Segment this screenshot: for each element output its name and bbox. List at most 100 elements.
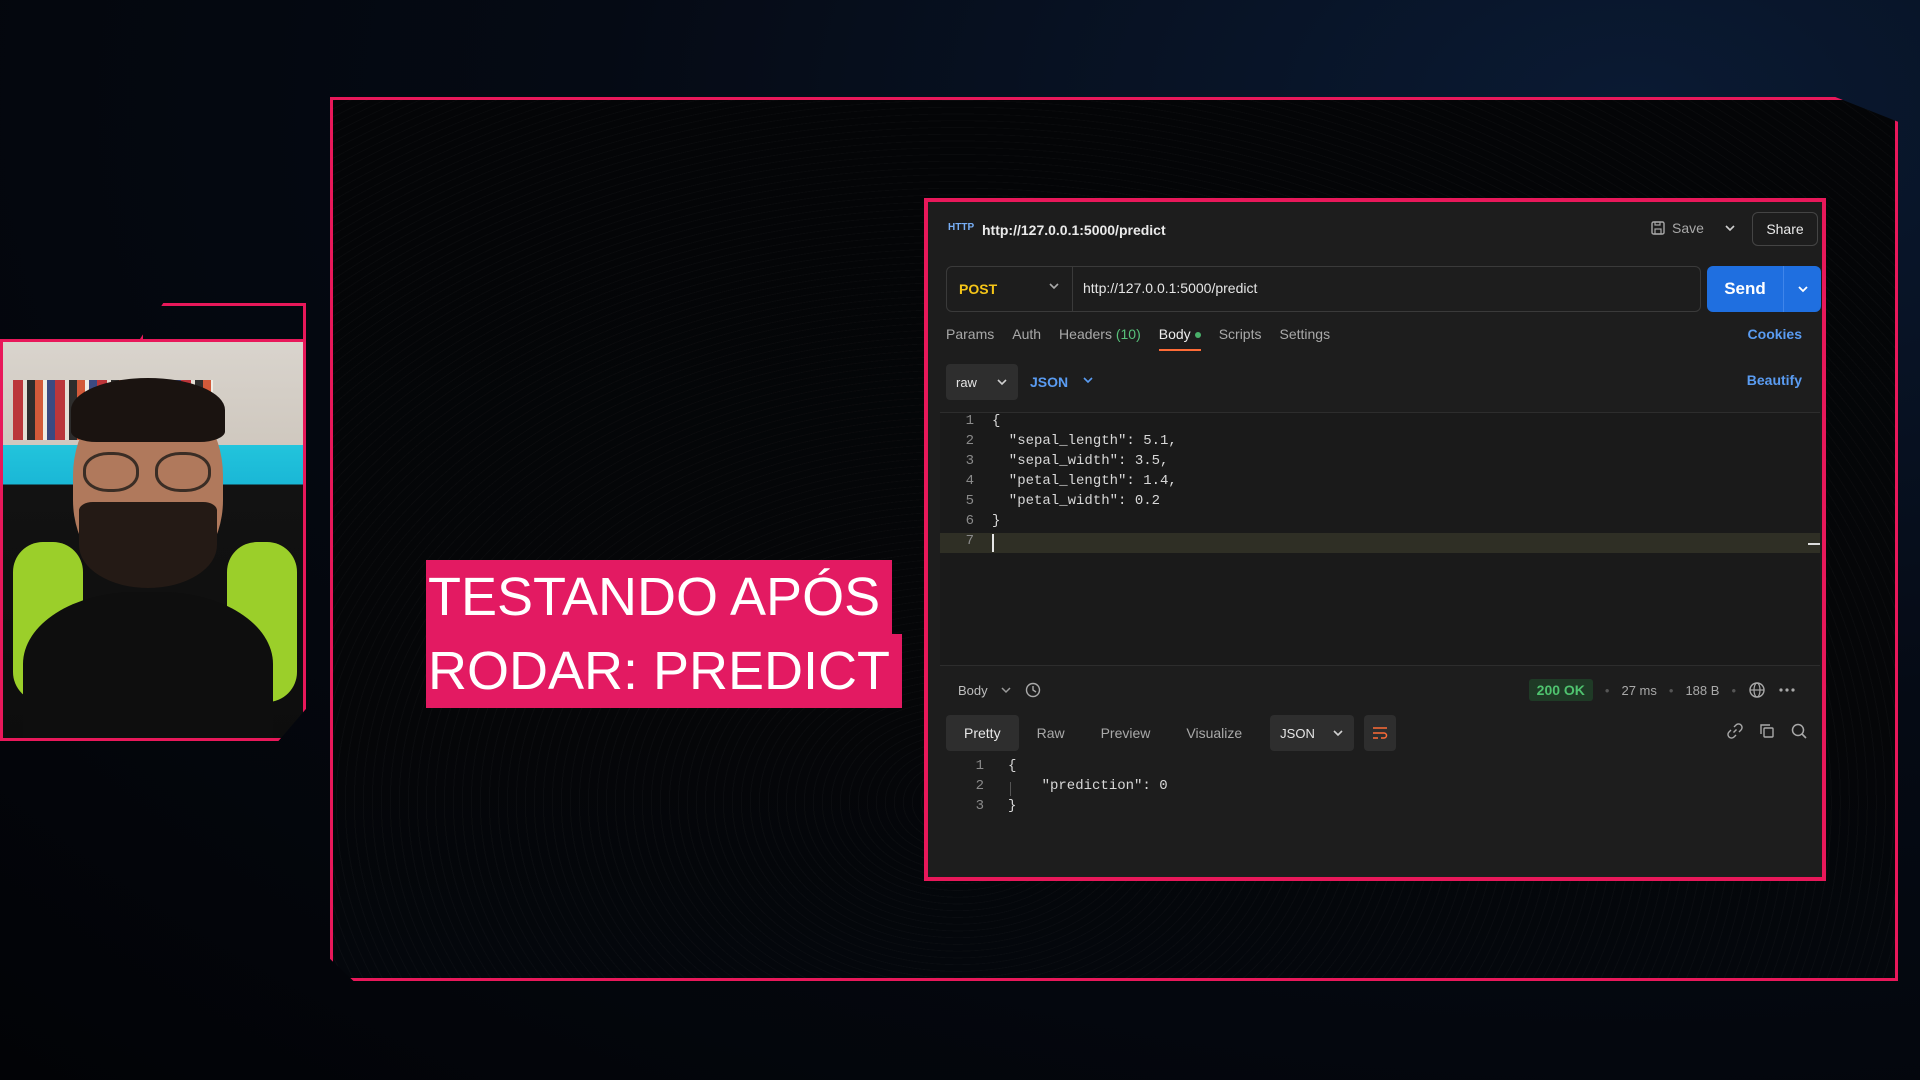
request-tabs: Params Auth Headers (10) Body Scripts Se… [946,326,1330,351]
tab-params[interactable]: Params [946,326,994,342]
send-button[interactable]: Send [1707,266,1821,312]
overlay-title: TESTANDO APÓS RODAR: PREDICT [426,560,903,708]
tab-body[interactable]: Body [1158,326,1201,351]
chevron-down-icon [1000,684,1012,696]
scrollbar-marker[interactable] [1808,543,1820,545]
response-format-select[interactable]: JSON [1270,715,1355,751]
body-indicator-dot [1194,332,1201,339]
body-format-label: JSON [1030,374,1069,390]
save-icon [1650,220,1666,236]
request-body-editor[interactable]: 1{ 2 "sepal_length": 5.1, 3 "sepal_width… [940,412,1820,666]
wrap-lines-icon [1372,726,1388,740]
separator-dot: • [1668,682,1674,698]
chevron-down-icon [1048,280,1060,292]
postman-window: HTTP http://127.0.0.1:5000/predict Save … [924,198,1826,881]
separator-dot: • [1731,682,1736,698]
history-icon[interactable] [1024,681,1042,699]
chevron-down-icon[interactable] [1784,283,1821,295]
method-select[interactable]: POST [947,267,1073,311]
send-label: Send [1724,279,1766,298]
line-number: 3 [975,798,984,814]
http-icon: HTTP [948,222,975,233]
cookies-link[interactable]: Cookies [1748,326,1802,342]
overlay-title-line-2: RODAR: PREDICT [426,634,903,708]
status-badge[interactable]: 200 OK [1528,679,1593,701]
response-view-tabs: Pretty Raw Preview Visualize JSON [946,715,1397,751]
line-text: "sepal_width": 3.5, [992,453,1169,469]
tab-raw[interactable]: Raw [1019,715,1083,751]
request-tab-title[interactable]: http://127.0.0.1:5000/predict [982,222,1166,238]
body-mode-label: raw [956,374,977,390]
headers-count: (10) [1115,326,1141,342]
code-line: 5 "petal_width": 0.2 [940,493,1820,513]
indent-guide [1010,782,1011,796]
beautify-link[interactable]: Beautify [1747,372,1802,388]
line-text: "prediction": 0 [1008,778,1168,794]
presenter-glasses [83,452,215,492]
tab-auth[interactable]: Auth [1012,326,1041,342]
copy-icon[interactable] [1758,722,1776,740]
request-bar: POST http://127.0.0.1:5000/predict [946,266,1701,312]
response-format-label: JSON [1280,725,1315,741]
separator-dot: • [1604,682,1610,698]
chevron-down-icon [1332,727,1344,739]
response-meta: 200 OK • 27 ms • 188 B • [1528,679,1796,701]
response-time[interactable]: 27 ms [1621,683,1656,698]
code-line: 3 "sepal_width": 3.5, [940,453,1820,473]
body-options-bar: raw JSON [946,364,1094,400]
save-label: Save [1672,220,1704,236]
line-number: 3 [965,453,974,469]
code-line-current: 7 [940,533,1820,553]
response-size[interactable]: 188 B [1685,683,1719,698]
link-icon[interactable] [1726,722,1744,740]
line-number: 4 [965,473,974,489]
response-actions [1726,722,1808,740]
request-header: HTTP http://127.0.0.1:5000/predict Save … [928,202,1822,260]
body-mode-select[interactable]: raw [946,364,1018,400]
share-button[interactable]: Share [1752,212,1818,246]
response-section[interactable]: Body [946,681,1042,699]
tab-preview[interactable]: Preview [1083,715,1169,751]
webcam-feed [0,339,306,741]
more-options-icon[interactable] [1778,687,1796,693]
line-text: "petal_width": 0.2 [992,493,1161,509]
line-number: 6 [965,513,974,529]
code-line: 4 "petal_length": 1.4, [940,473,1820,493]
response-body[interactable]: 1 { 2 "prediction": 0 3} [940,758,1820,868]
line-text: { [1008,758,1017,774]
chevron-down-icon [1082,374,1094,390]
chevron-down-icon[interactable] [1724,222,1736,234]
tab-body-label: Body [1158,326,1191,342]
webcam-frame-tab [140,303,306,339]
search-icon[interactable] [1790,722,1808,740]
code-line: 6} [940,513,1820,533]
wrap-lines-button[interactable] [1364,715,1397,751]
line-text: } [992,513,1001,529]
code-line: 1{ [940,413,1820,433]
tab-headers[interactable]: Headers (10) [1059,326,1141,342]
tab-scripts[interactable]: Scripts [1219,326,1262,342]
save-button[interactable]: Save [1650,220,1736,236]
line-text: } [1008,798,1017,814]
presenter-beard [79,502,217,588]
tab-settings[interactable]: Settings [1279,326,1330,342]
method-label: POST [959,281,998,297]
line-text: "sepal_length": 5.1, [992,433,1177,449]
line-text: { [992,413,1001,429]
globe-icon[interactable] [1748,681,1766,699]
tab-visualize[interactable]: Visualize [1168,715,1260,751]
url-input[interactable]: http://127.0.0.1:5000/predict [1083,280,1257,296]
line-text: "petal_length": 1.4, [992,473,1177,489]
line-number: 1 [975,758,984,774]
line-number: 5 [965,493,974,509]
line-number: 1 [965,413,974,429]
response-bar: Body 200 OK • 27 ms • 188 B • [946,674,1816,706]
presenter-hair [71,378,225,442]
tab-pretty[interactable]: Pretty [946,715,1019,751]
line-number: 2 [975,778,984,794]
line-number: 7 [965,533,974,549]
response-section-label: Body [958,682,988,698]
tab-headers-label: Headers [1059,326,1112,342]
presenter-torso [23,592,273,738]
body-format-select[interactable]: JSON [1028,374,1094,390]
